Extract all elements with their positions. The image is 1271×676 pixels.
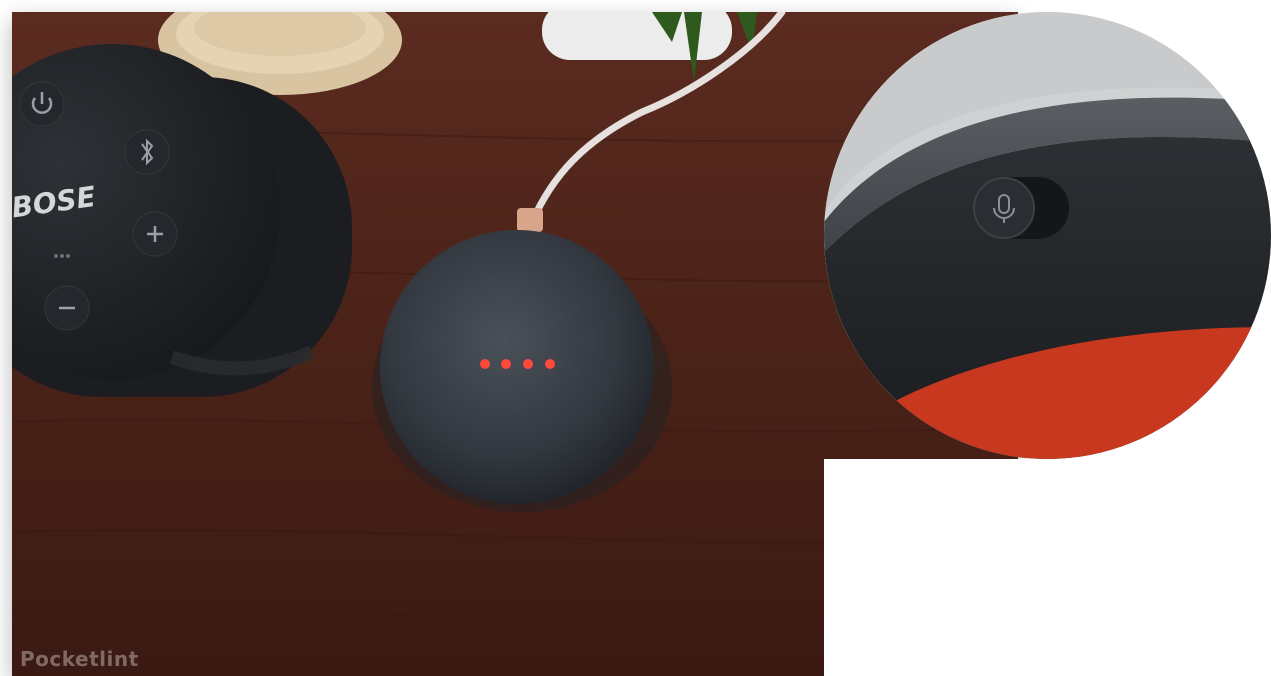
- mic-switch: [973, 177, 1035, 239]
- status-dots: [54, 254, 70, 258]
- plant-pot: [542, 12, 732, 60]
- inset-scene: [824, 12, 1271, 459]
- cable-connector: [517, 208, 543, 232]
- zoom-inset: [824, 12, 1271, 459]
- inset-crop-mask: [824, 459, 1271, 676]
- watermark: Pocketlint: [20, 647, 139, 671]
